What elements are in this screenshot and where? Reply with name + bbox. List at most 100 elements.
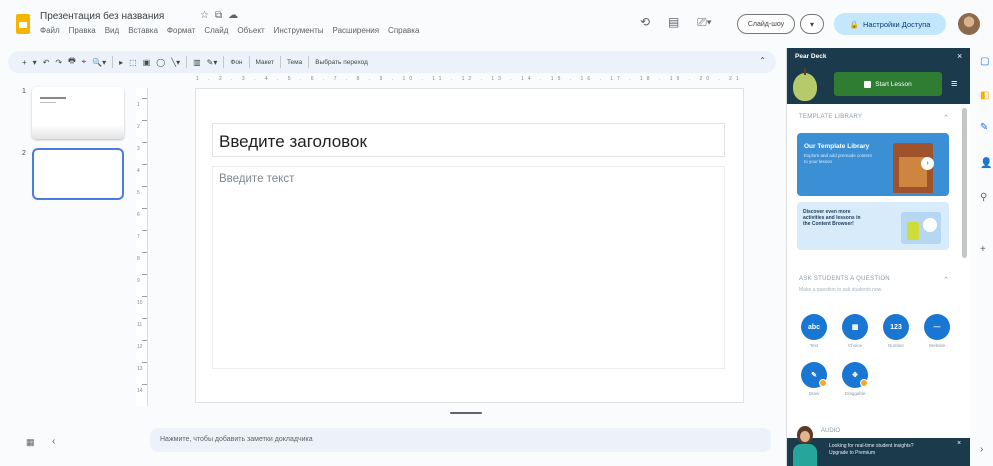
ruler-tick — [142, 120, 147, 121]
speaker-notes[interactable]: Нажмите, чтобы добавить заметки докладчи… — [150, 428, 771, 452]
theme-button[interactable]: Тема — [287, 59, 302, 66]
collapse-filmstrip-icon[interactable]: ‹ — [52, 436, 55, 447]
template-library-card[interactable]: Our Template Library Explore and add pre… — [797, 133, 949, 196]
start-lesson-button[interactable]: Start Lesson — [834, 72, 942, 96]
text-box-icon[interactable]: ⬚ — [129, 58, 137, 67]
new-slide-icon[interactable]: + — [22, 58, 27, 67]
insert-image-icon[interactable]: ▣ — [143, 58, 151, 67]
ruler-number: 7 — [137, 234, 140, 240]
move-folder-icon[interactable]: ⧉ — [215, 10, 222, 21]
sidebar-header: Pear Deck × Start Lesson ≡ — [787, 48, 970, 104]
slide-canvas[interactable]: Введите заголовок Введите текст — [196, 89, 743, 402]
menu-insert[interactable]: Вставка — [128, 26, 158, 35]
new-slide-dropdown-icon[interactable]: ▾ — [33, 58, 37, 67]
ruler-tick — [142, 274, 147, 275]
contacts-icon[interactable]: 👤 — [980, 158, 992, 169]
grid-view-icon[interactable]: ▦ — [26, 437, 35, 448]
slides-logo-icon[interactable] — [16, 14, 30, 34]
history-icon[interactable]: ⟲ — [640, 15, 650, 29]
sidebar-scrollbar[interactable] — [962, 108, 967, 258]
slideshow-dropdown-button[interactable]: ▾ — [800, 14, 824, 34]
sidebar-title: Pear Deck — [795, 53, 827, 60]
notes-resize-handle[interactable] — [450, 412, 482, 414]
question-choice-button[interactable]: ▦ Choice — [838, 314, 872, 348]
close-icon[interactable]: × — [957, 51, 962, 61]
hamburger-menu-icon[interactable]: ≡ — [951, 78, 957, 90]
vertical-ruler[interactable]: 1 2 3 4 5 6 7 8 9 10 11 12 13 14 — [136, 88, 148, 406]
question-website-button[interactable]: — Website — [920, 314, 954, 348]
horizontal-ruler[interactable]: 1 . 2 . 3 . 4 . 5 . 6 . 7 . 8 . 9 . 10 .… — [196, 76, 741, 84]
chevron-up-icon[interactable]: ⌃ — [943, 276, 949, 284]
close-icon[interactable]: × — [957, 440, 961, 447]
ruler-tick — [142, 296, 147, 297]
question-text-button[interactable]: abc Text — [797, 314, 831, 348]
ruler-tick — [142, 362, 147, 363]
redo-icon[interactable]: ↷ — [55, 58, 62, 67]
document-title[interactable]: Презентация без названия — [40, 11, 164, 22]
tasks-icon[interactable]: ✎ — [980, 122, 988, 133]
menu-extensions[interactable]: Расширения — [333, 26, 380, 35]
slideshow-button[interactable]: Слайд-шоу — [737, 14, 795, 34]
body-placeholder-box[interactable]: Введите текст — [212, 166, 725, 369]
calendar-icon[interactable]: ▢ — [980, 56, 989, 67]
meet-icon[interactable]: ⎚▾ — [697, 15, 712, 30]
thumbnail-title-line — [40, 97, 66, 99]
menu-object[interactable]: Объект — [237, 26, 264, 35]
upgrade-promo[interactable]: AUDIO Looking for real-time student insi… — [787, 424, 970, 466]
menu-help[interactable]: Справка — [388, 26, 419, 35]
undo-icon[interactable]: ↶ — [43, 58, 50, 67]
collapse-toolbar-icon[interactable]: ⌃ — [759, 56, 766, 65]
background-button[interactable]: Фон — [230, 59, 242, 66]
slide-thumbnail-2-selected[interactable] — [32, 148, 124, 200]
menu-slide[interactable]: Слайд — [204, 26, 228, 35]
question-number-button[interactable]: 123 Number — [879, 314, 913, 348]
select-cursor-icon[interactable]: ▸ — [119, 58, 123, 67]
content-browser-card[interactable]: Discover even more activities and lesson… — [797, 202, 949, 250]
ask-students-heading[interactable]: ASK STUDENTS A QUESTION — [799, 276, 890, 282]
add-addon-icon[interactable]: + — [980, 244, 986, 255]
comments-icon[interactable]: ▤ — [668, 15, 679, 29]
question-draw-button[interactable]: ✎ Draw — [797, 362, 831, 396]
teacher-illustration — [791, 424, 819, 466]
ruler-number: 4 — [137, 168, 140, 174]
menu-file[interactable]: Файл — [40, 26, 60, 35]
avatar[interactable] — [958, 13, 980, 35]
star-icon[interactable]: ☆ — [200, 10, 209, 21]
toolbar-divider — [112, 56, 114, 68]
menu-edit[interactable]: Правка — [69, 26, 96, 35]
maps-icon[interactable]: ⚲ — [980, 192, 987, 203]
ruler-tick — [142, 340, 147, 341]
layout-button[interactable]: Макет — [256, 59, 274, 66]
shape-icon[interactable]: ◯ — [156, 58, 165, 67]
ruler-tick — [142, 98, 147, 99]
template-library-heading[interactable]: TEMPLATE LIBRARY — [799, 114, 862, 120]
arrow-right-icon[interactable]: › — [921, 157, 934, 170]
expand-panel-icon[interactable]: › — [980, 444, 983, 455]
share-label: Настройки Доступа — [862, 19, 931, 29]
transition-button[interactable]: Выбрать переход — [315, 59, 368, 66]
cloud-status-icon[interactable]: ☁ — [228, 10, 238, 21]
comment-add-icon[interactable]: ▥ — [193, 58, 201, 67]
zoom-icon[interactable]: 🔍▾ — [92, 58, 106, 67]
fill-color-icon[interactable]: ✎▾ — [207, 58, 218, 67]
question-types-row: abc Text ▦ Choice 123 Number — Website — [797, 314, 954, 348]
thumbnail-footer — [32, 125, 124, 139]
print-icon[interactable]: 🖶 — [68, 55, 76, 69]
menu-format[interactable]: Формат — [167, 26, 195, 35]
paint-format-icon[interactable]: ⌖ — [82, 57, 87, 67]
chevron-up-icon[interactable]: ⌃ — [943, 114, 949, 122]
title-placeholder-box[interactable]: Введите заголовок — [212, 123, 725, 157]
content-browser-illustration — [901, 212, 941, 244]
keep-icon[interactable]: ◧ — [980, 90, 989, 101]
menu-view[interactable]: Вид — [105, 26, 119, 35]
toolbar-divider — [248, 56, 250, 68]
question-draggable-button[interactable]: ✥ Draggable — [838, 362, 872, 396]
ruler-tick — [142, 142, 147, 143]
slide-thumbnail-1[interactable] — [32, 87, 124, 139]
share-button[interactable]: 🔒 Настройки Доступа — [834, 13, 946, 35]
ruler-number: 10 — [137, 300, 143, 306]
question-type-label: Website — [928, 343, 946, 348]
line-icon[interactable]: ╲▾ — [171, 58, 180, 67]
menu-tools[interactable]: Инструменты — [274, 26, 324, 35]
toolbar-divider — [223, 56, 225, 68]
